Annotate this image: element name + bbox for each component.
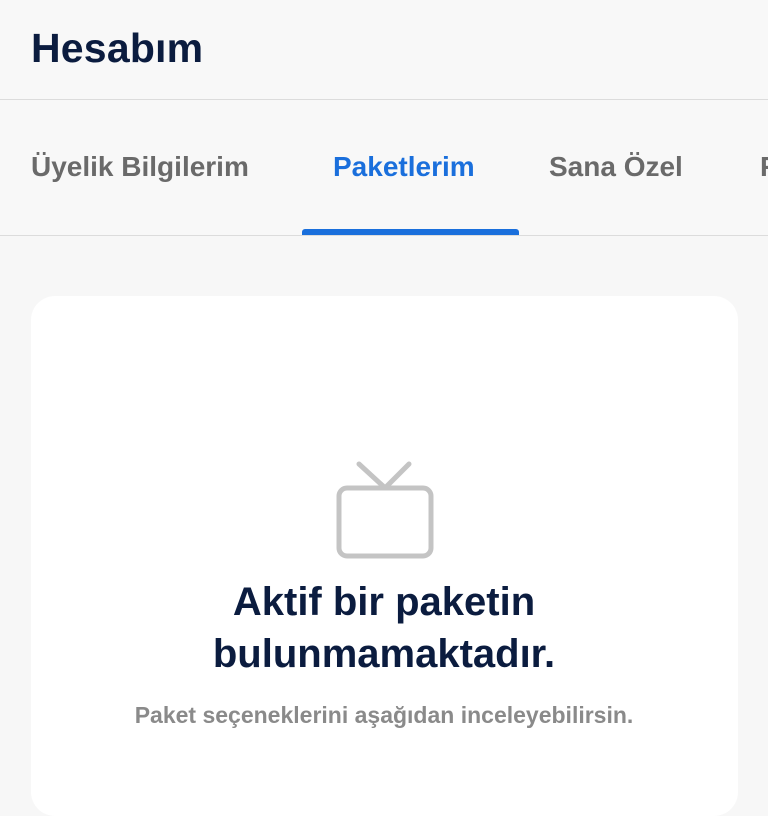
tab-special-for-you[interactable]: Sana Özel [549,148,683,186]
active-tab-indicator [302,229,519,235]
tab-membership-info[interactable]: Üyelik Bilgilerim [31,148,249,186]
tab-next-truncated[interactable]: F [760,148,768,186]
empty-state-title-line1: Aktif bir paketin [232,580,536,624]
tv-icon [336,461,434,559]
empty-state-title-line2: bulunmamaktadır. [212,632,556,676]
empty-state-subtitle: Paket seçeneklerini aşağıdan inceleyebil… [134,702,634,728]
page-title: Hesabım [31,25,204,71]
empty-state-title: Aktif bir paketin bulunmamaktadır. [0,576,768,680]
app-header: Hesabım [0,0,768,100]
tab-packages[interactable]: Paketlerim [333,148,475,186]
tab-bar: Üyelik Bilgilerim Paketlerim Sana Özel F [0,100,768,236]
